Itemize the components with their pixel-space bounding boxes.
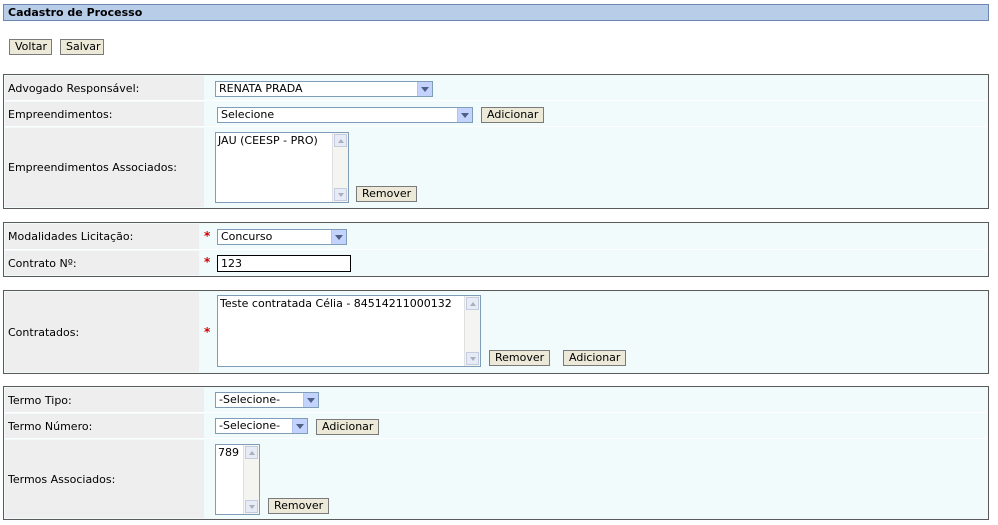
scrollbar[interactable] xyxy=(243,445,259,514)
scroll-down-icon[interactable] xyxy=(245,500,258,513)
add-empreendimento-button[interactable]: Adicionar xyxy=(481,107,545,123)
termos-associados-list[interactable]: 789 xyxy=(215,444,260,515)
empreendimentos-associados-list[interactable]: JAU (CEESP - PRO) xyxy=(215,132,349,203)
advogado-select-value: RENATA PRADA xyxy=(219,82,303,95)
section-responsavel: Advogado Responsável: Empreendimentos: E… xyxy=(3,74,989,209)
modalidades-select[interactable]: Concurso xyxy=(217,229,347,245)
section-licitacao: Modalidades Licitação: Contrato Nº: * Co… xyxy=(3,222,989,277)
remove-termo-button[interactable]: Remover xyxy=(268,498,330,514)
page-title-bar: Cadastro de Processo xyxy=(3,4,989,21)
termo-numero-select-value: -Selecione- xyxy=(219,419,281,432)
chevron-down-icon xyxy=(331,230,346,244)
advogado-select[interactable]: RENATA PRADA xyxy=(215,81,433,97)
termo-numero-select[interactable]: -Selecione- xyxy=(215,418,308,434)
scroll-up-icon[interactable] xyxy=(466,297,479,310)
chevron-down-icon xyxy=(457,108,472,122)
chevron-down-icon xyxy=(292,419,307,433)
required-mark: * xyxy=(204,229,211,243)
back-button[interactable]: Voltar xyxy=(9,39,52,55)
contrato-input[interactable]: 123 xyxy=(217,255,351,272)
required-mark: * xyxy=(204,255,211,269)
empreendimentos-label: Empreendimentos: xyxy=(5,102,204,126)
empreendimentos-select-value: Selecione xyxy=(221,108,275,121)
chevron-down-icon xyxy=(417,82,432,96)
scroll-up-icon[interactable] xyxy=(334,134,347,147)
chevron-down-icon xyxy=(303,393,318,407)
list-item[interactable]: Teste contratada Célia - 84514211000132 xyxy=(220,297,478,310)
modalidades-select-value: Concurso xyxy=(221,230,273,243)
scroll-up-icon[interactable] xyxy=(245,446,258,459)
contrato-label: Contrato Nº: xyxy=(5,251,199,275)
termo-tipo-select-value: -Selecione- xyxy=(219,393,281,406)
list-item[interactable]: JAU (CEESP - PRO) xyxy=(218,134,346,147)
required-mark: * xyxy=(204,325,211,339)
contratados-list[interactable]: Teste contratada Célia - 84514211000132 xyxy=(217,295,481,367)
scrollbar[interactable] xyxy=(332,133,348,202)
add-termo-button[interactable]: Adicionar xyxy=(316,419,380,435)
empreendimentos-associados-label: Empreendimentos Associados: xyxy=(5,128,204,207)
remove-empreendimento-button[interactable]: Remover xyxy=(356,186,418,202)
termos-associados-label: Termos Associados: xyxy=(5,440,204,518)
add-contratado-button[interactable]: Adicionar xyxy=(563,350,627,366)
scroll-down-icon[interactable] xyxy=(334,188,347,201)
contratados-label: Contratados: xyxy=(5,292,199,372)
modalidades-label: Modalidades Licitação: xyxy=(5,224,199,249)
save-button[interactable]: Salvar xyxy=(60,39,104,55)
scrollbar[interactable] xyxy=(464,296,480,366)
scroll-down-icon[interactable] xyxy=(466,352,479,365)
section-termos: Termo Tipo: Termo Número: Termos Associa… xyxy=(3,386,989,520)
page-title: Cadastro de Processo xyxy=(8,6,143,19)
empreendimentos-select[interactable]: Selecione xyxy=(217,107,473,123)
termo-tipo-select[interactable]: -Selecione- xyxy=(215,392,319,408)
termo-numero-label: Termo Número: xyxy=(5,414,204,438)
section-contratados: Contratados: * Teste contratada Célia - … xyxy=(3,290,989,374)
advogado-label: Advogado Responsável: xyxy=(5,76,204,100)
termo-tipo-label: Termo Tipo: xyxy=(5,388,204,412)
remove-contratado-button[interactable]: Remover xyxy=(489,350,551,366)
